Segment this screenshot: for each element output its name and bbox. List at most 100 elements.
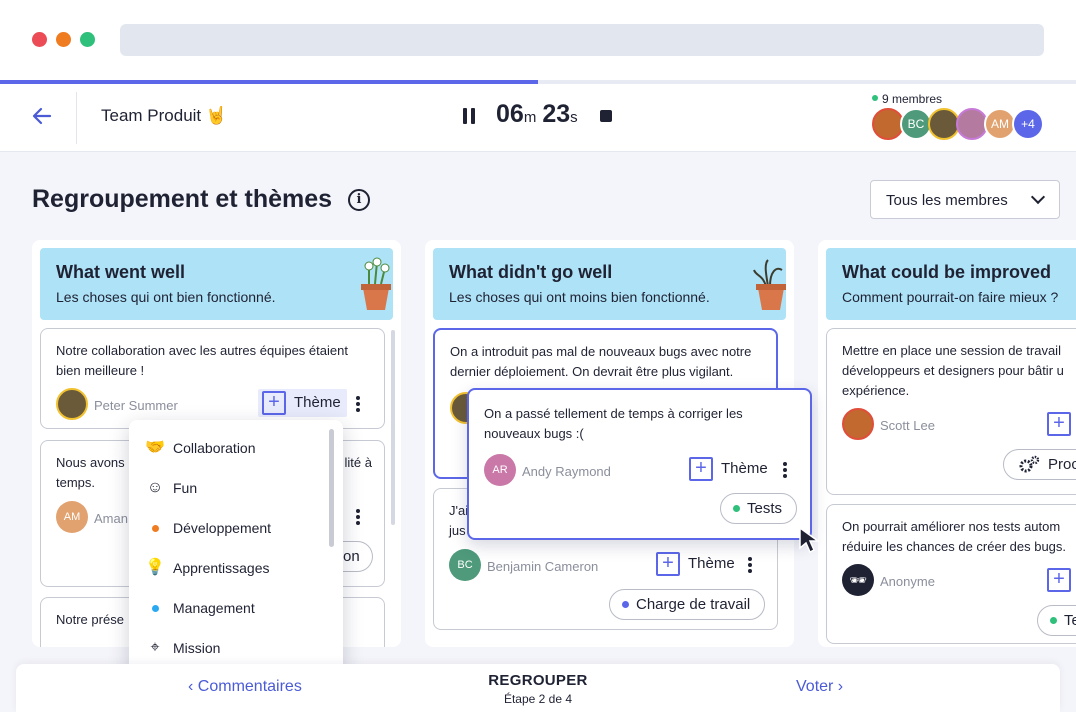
timer-seconds-unit: s bbox=[570, 109, 578, 126]
tag-label: Tests bbox=[747, 500, 783, 517]
menu-item-label: Apprentissages bbox=[173, 560, 270, 576]
menu-item-collaboration[interactable]: 🤝 Collaboration bbox=[145, 436, 255, 460]
theme-label: Thème bbox=[721, 460, 768, 477]
column-title: What went well bbox=[56, 262, 186, 282]
more-options-icon[interactable] bbox=[356, 396, 360, 412]
column-could-be-improved: What could be improved Comment pourrait-… bbox=[818, 240, 1076, 647]
member-avatar[interactable]: +4 bbox=[1012, 108, 1044, 140]
menu-item-label: Mission bbox=[173, 640, 221, 656]
avatar bbox=[842, 408, 874, 440]
theme-button[interactable]: + Thème bbox=[656, 550, 735, 578]
card-text: On a introduit pas mal de nouveaux bugs … bbox=[450, 344, 752, 379]
theme-tag[interactable]: Proc bbox=[1003, 449, 1076, 480]
anonymous-avatar: 🕶 bbox=[842, 564, 874, 596]
theme-button[interactable]: + Thème bbox=[689, 455, 768, 483]
note-card[interactable]: Notre collaboration avec les autres équi… bbox=[40, 328, 385, 429]
author-name: Anonyme bbox=[880, 574, 935, 589]
card-text: On pourrait améliorer nos tests autom ré… bbox=[842, 519, 1067, 554]
member-filter-select[interactable]: Tous les membres bbox=[870, 180, 1060, 219]
menu-item-mission[interactable]: ⌖ Mission bbox=[145, 636, 220, 660]
column-header: What didn't go well Les choses qui ont m… bbox=[433, 248, 786, 320]
handshake-icon: 🤝 bbox=[145, 439, 165, 456]
crosshair-icon: ⌖ bbox=[150, 639, 160, 656]
theme-button[interactable]: + bbox=[1047, 566, 1071, 594]
team-name: Team Produit 🤘 bbox=[101, 106, 228, 125]
pause-button[interactable] bbox=[463, 108, 475, 124]
column-header: What went well Les choses qui ont bien f… bbox=[40, 248, 393, 320]
plus-icon: + bbox=[689, 457, 713, 481]
plus-icon: + bbox=[656, 552, 680, 576]
wilted-plant-icon bbox=[753, 259, 786, 310]
timer-minutes-unit: m bbox=[523, 109, 537, 126]
column-scrollbar[interactable] bbox=[391, 330, 395, 525]
more-options-icon[interactable] bbox=[748, 557, 752, 573]
chevron-down-icon bbox=[1030, 189, 1046, 205]
tag-label: on bbox=[343, 548, 360, 565]
menu-item-label: Développement bbox=[173, 520, 272, 536]
mouse-cursor-icon bbox=[799, 526, 821, 554]
members-count[interactable]: 9 membres bbox=[872, 92, 942, 106]
chevron-right-icon: › bbox=[833, 678, 844, 695]
note-card[interactable]: On pourrait améliorer nos tests autom ré… bbox=[826, 504, 1076, 644]
window-minimize-button[interactable] bbox=[56, 32, 71, 47]
lightbulb-icon: 💡 bbox=[145, 559, 165, 576]
step-title: REGROUPER bbox=[488, 672, 588, 689]
more-options-icon[interactable] bbox=[783, 462, 787, 478]
tag-dot bbox=[1050, 617, 1057, 624]
menu-item-developpement[interactable]: Développement bbox=[145, 516, 271, 540]
column-title: What didn't go well bbox=[449, 262, 613, 282]
card-text-right: lité à bbox=[344, 455, 372, 470]
arrow-left-icon bbox=[32, 107, 52, 125]
column-subtitle: Les choses qui ont bien fonctionné. bbox=[56, 289, 276, 305]
menu-item-apprentissages[interactable]: 💡 Apprentissages bbox=[145, 556, 270, 580]
smiley-icon: ☺ bbox=[146, 479, 164, 496]
window-maximize-button[interactable] bbox=[80, 32, 95, 47]
avatar: AM bbox=[56, 501, 88, 533]
theme-button[interactable]: + Thème bbox=[258, 389, 347, 417]
card-text-line2: jus bbox=[449, 523, 466, 538]
address-bar[interactable] bbox=[120, 24, 1044, 56]
online-indicator bbox=[872, 95, 878, 101]
card-text-line2: temps. bbox=[56, 475, 96, 490]
menu-scrollbar[interactable] bbox=[329, 429, 334, 547]
page-title: Regroupement et thèmes bbox=[32, 185, 333, 213]
color-dot-icon bbox=[152, 525, 159, 532]
card-text: Mettre en place une session de travail d… bbox=[842, 343, 1064, 398]
theme-tag[interactable]: Charge de travail bbox=[609, 589, 766, 620]
author-name: Peter Summer bbox=[94, 398, 178, 413]
note-card[interactable]: Mettre en place une session de travail d… bbox=[826, 328, 1076, 495]
menu-item-management[interactable]: Management bbox=[145, 596, 255, 620]
theme-button[interactable]: + bbox=[1047, 410, 1071, 438]
header-divider bbox=[76, 92, 77, 144]
theme-tag[interactable]: Tests bbox=[720, 493, 798, 524]
timer-seconds: 23 bbox=[542, 100, 571, 128]
next-step-label: Voter bbox=[796, 678, 834, 695]
window-close-button[interactable] bbox=[32, 32, 47, 47]
card-text: Notre collaboration avec les autres équi… bbox=[56, 343, 348, 378]
column-subtitle: Comment pourrait-on faire mieux ? bbox=[842, 289, 1059, 305]
color-dot-icon bbox=[152, 605, 159, 612]
flower-pot-icon bbox=[361, 257, 391, 310]
menu-item-label: Fun bbox=[173, 480, 198, 496]
menu-item-fun[interactable]: ☺ Fun bbox=[145, 476, 197, 500]
author-name: Benjamin Cameron bbox=[487, 559, 599, 574]
column-header: What could be improved Comment pourrait-… bbox=[826, 248, 1076, 320]
tag-label: Charge de travail bbox=[636, 596, 751, 613]
theme-label: Thème bbox=[294, 394, 341, 411]
author-name: Andy Raymond bbox=[522, 464, 611, 479]
theme-tag[interactable]: Te bbox=[1037, 605, 1076, 636]
author-name: Aman bbox=[94, 511, 128, 526]
gears-icon bbox=[1019, 455, 1040, 473]
timer-minutes: 06 bbox=[496, 100, 524, 128]
more-options-icon[interactable] bbox=[356, 509, 360, 525]
step-footer: ‹ Commentaires REGROUPER Étape 2 de 4 Vo… bbox=[16, 664, 1060, 712]
avatar: BC bbox=[449, 549, 481, 581]
member-filter-value: Tous les membres bbox=[886, 192, 1008, 209]
stop-button[interactable] bbox=[600, 110, 612, 122]
back-button[interactable] bbox=[30, 104, 58, 132]
next-step-link[interactable]: Voter › bbox=[796, 678, 843, 696]
info-icon[interactable]: i bbox=[348, 189, 370, 211]
step-subtitle: Étape 2 de 4 bbox=[503, 692, 573, 706]
browser-chrome bbox=[0, 0, 1076, 80]
dragged-note-card[interactable]: On a passé tellement de temps à corriger… bbox=[467, 388, 812, 540]
